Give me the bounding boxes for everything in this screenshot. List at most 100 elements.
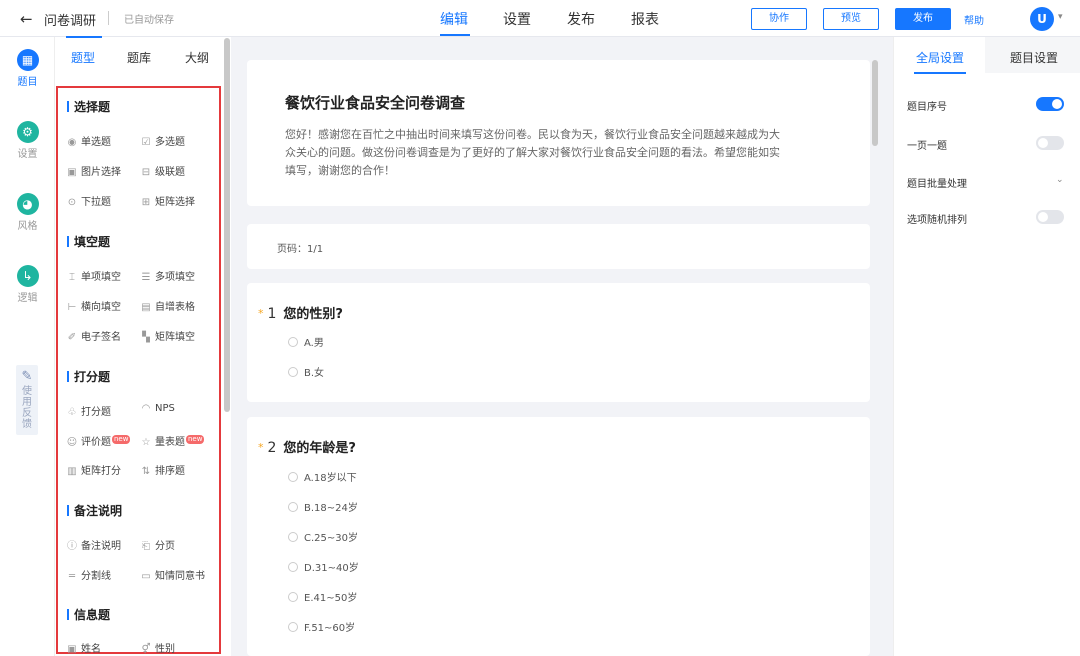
qtype-item[interactable]: ☰ 多项填空 xyxy=(140,268,195,283)
tab-publish[interactable]: 发布 xyxy=(567,9,595,29)
rail-item-label: 风格 xyxy=(17,221,38,232)
option-item[interactable]: D.31~40岁 xyxy=(288,559,359,574)
option-item[interactable]: B.女 xyxy=(288,364,324,379)
qtype-item[interactable]: ◠ NPS xyxy=(140,403,175,414)
avatar[interactable]: U xyxy=(1030,7,1054,31)
rail-item-questions[interactable]: ▦ 题目 xyxy=(0,49,55,88)
rail-item-label: 逻辑 xyxy=(17,293,38,304)
left-nav-rail: ▦ 题目 ⚙ 设置 ◕ 风格 ↳ 逻辑 xyxy=(0,37,55,656)
qtype-item[interactable]: ☑ 多选题 xyxy=(140,133,185,148)
gender-icon: ⚥ xyxy=(141,644,151,655)
qtype-item[interactable]: ⎗ 分页 xyxy=(140,537,175,552)
qtype-item[interactable]: ♧ 打分题 xyxy=(66,403,111,418)
new-badge: new xyxy=(112,435,131,444)
qtype-item[interactable]: ⓘ 备注说明 xyxy=(66,537,121,552)
option-item[interactable]: A.18岁以下 xyxy=(288,469,357,484)
one-per-page-toggle[interactable] xyxy=(1036,136,1064,150)
option-item[interactable]: B.18~24岁 xyxy=(288,499,358,514)
qtype-item[interactable]: ☺ 评价题 new xyxy=(66,433,131,448)
qtype-item[interactable]: ▣ 图片选择 xyxy=(66,163,121,178)
app-title: 问卷调研 xyxy=(44,14,97,29)
required-star: * xyxy=(258,441,264,454)
panel-tab-outline[interactable]: 大纲 xyxy=(185,49,209,66)
top-bar: ← 问卷调研 已自动保存 编辑 设置 发布 报表 协作 预览 发布 帮助 U ▾ xyxy=(0,0,1080,37)
radio-icon xyxy=(288,622,298,632)
question-card[interactable] xyxy=(247,283,870,402)
qtype-item[interactable]: ⌶ 单项填空 xyxy=(66,268,121,283)
preview-button[interactable]: 预览 xyxy=(823,8,879,30)
rail-item-style[interactable]: ◕ 风格 xyxy=(0,193,55,232)
option-item[interactable]: E.41~50岁 xyxy=(288,589,357,604)
question-number-toggle[interactable] xyxy=(1036,97,1064,111)
settings-panel xyxy=(893,37,1080,656)
option-item[interactable]: C.25~30岁 xyxy=(288,529,358,544)
page-number: 页码：1/1 xyxy=(277,244,324,255)
page-break-icon: ⎗ xyxy=(142,541,150,552)
table-icon: ▤ xyxy=(141,302,151,313)
random-order-toggle[interactable] xyxy=(1036,210,1064,224)
smile-icon: ☺ xyxy=(66,437,78,448)
qtype-item[interactable]: ▥ 矩阵打分 xyxy=(66,462,121,477)
option-item[interactable]: F.51~60岁 xyxy=(288,619,355,634)
survey-description[interactable]: 您好！感谢您在百忙之中抽出时间来填写这份问卷。民以食为天，餐饮行业食品安全问题越… xyxy=(285,126,785,180)
publish-button[interactable]: 发布 xyxy=(895,8,951,30)
setting-label: 一页一题 xyxy=(907,141,947,152)
collab-button[interactable]: 协作 xyxy=(751,8,807,30)
qtype-item[interactable]: ✐ 电子签名 xyxy=(66,328,121,343)
qtype-item[interactable]: ▚ 矩阵填空 xyxy=(140,328,195,343)
qtype-item[interactable]: ⚥ 性别 xyxy=(140,640,175,655)
tab-report[interactable]: 报表 xyxy=(631,9,659,29)
option-item[interactable]: A.男 xyxy=(288,334,324,349)
survey-title[interactable]: 餐饮行业食品安全问卷调查 xyxy=(285,92,465,113)
tab-settings[interactable]: 设置 xyxy=(503,9,531,29)
setting-label[interactable]: 题目批量处理 xyxy=(907,175,967,190)
tab-global-settings[interactable]: 全局设置 xyxy=(916,49,964,66)
panel-scrollbar[interactable] xyxy=(224,38,230,412)
radio-icon xyxy=(288,532,298,542)
active-tab-indicator xyxy=(440,34,470,36)
radio-icon xyxy=(288,472,298,482)
help-link[interactable]: 帮助 xyxy=(964,12,984,27)
qtype-item[interactable]: ⊞ 矩阵选择 xyxy=(140,193,195,208)
qtype-item[interactable]: ⊢ 横向填空 xyxy=(66,298,121,313)
arrow-left-icon[interactable]: ← xyxy=(20,10,33,28)
rail-item-label: 题目 xyxy=(17,77,38,88)
palette-icon: ◕ xyxy=(16,193,39,215)
star-icon: ☆ xyxy=(141,437,151,448)
settings-icon: ⚙ xyxy=(16,121,39,143)
question-title[interactable]: * 2 您的年龄是? xyxy=(258,437,356,456)
feedback-button[interactable]: ✎ 使用反馈 xyxy=(16,365,38,435)
qtype-item[interactable]: ⊟ 级联题 xyxy=(140,163,185,178)
checkbox-icon: ☑ xyxy=(141,137,151,148)
chevron-down-icon[interactable]: ⌄ xyxy=(1056,175,1064,185)
qtype-item[interactable]: ⇅ 排序题 xyxy=(140,462,185,477)
matrix-score-icon: ▥ xyxy=(67,466,77,477)
image-icon: ▣ xyxy=(67,167,77,178)
feedback-label: 使用反馈 xyxy=(22,386,32,430)
dropdown-icon: ⊙ xyxy=(67,197,77,208)
qtype-item[interactable]: ⊙ 下拉题 xyxy=(66,193,111,208)
new-badge: new xyxy=(186,435,205,444)
qtype-item[interactable]: ☆ 量表题 new xyxy=(140,433,205,448)
qtype-item[interactable]: ▭ 知情同意书 xyxy=(140,567,205,582)
radio-icon xyxy=(288,592,298,602)
canvas-scrollbar[interactable] xyxy=(872,60,878,146)
qtype-item[interactable]: ◉ 单选题 xyxy=(66,133,111,148)
panel-tab-bank[interactable]: 题库 xyxy=(127,49,151,66)
panel-tab-types[interactable]: 题型 xyxy=(71,49,95,66)
tab-question-settings[interactable]: 题目设置 xyxy=(1010,49,1058,66)
autosave-status: 已自动保存 xyxy=(124,15,174,26)
inline-blank-icon: ⊢ xyxy=(67,302,77,313)
rail-item-settings[interactable]: ⚙ 设置 xyxy=(0,121,55,160)
thumbs-up-icon: ♧ xyxy=(67,407,77,418)
matrix-icon: ⊞ xyxy=(141,197,151,208)
section-heading: 选择题 xyxy=(67,98,110,115)
qtype-item[interactable]: ═ 分割线 xyxy=(66,567,111,582)
question-title[interactable]: * 1 您的性别? xyxy=(258,303,343,322)
tab-edit[interactable]: 编辑 xyxy=(440,9,468,29)
qtype-item[interactable]: ▣ 姓名 xyxy=(66,640,101,655)
qtype-item[interactable]: ▤ 自增表格 xyxy=(140,298,195,313)
chevron-down-icon[interactable]: ▾ xyxy=(1058,12,1063,22)
name-icon: ▣ xyxy=(67,644,77,655)
rail-item-logic[interactable]: ↳ 逻辑 xyxy=(0,265,55,304)
